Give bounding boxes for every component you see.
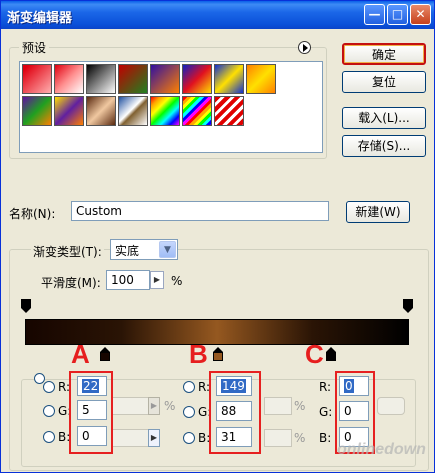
- color-stop-c[interactable]: [326, 347, 336, 361]
- close-icon: ✕: [415, 7, 426, 21]
- swatch-red-transparent[interactable]: [22, 64, 52, 94]
- title-bar[interactable]: 渐变编辑器 — □ ✕: [1, 1, 434, 29]
- minimize-button[interactable]: —: [364, 4, 385, 25]
- radio-b-b[interactable]: [183, 432, 195, 444]
- preset-swatch-grid[interactable]: [19, 61, 323, 153]
- opacity-stop-left-box: [21, 299, 31, 308]
- swatch-blue-red-yellow[interactable]: [182, 64, 212, 94]
- swatch-black-white[interactable]: [86, 64, 116, 94]
- swatch-violet-orange[interactable]: [150, 64, 180, 94]
- watermark: onlinedown: [337, 441, 426, 458]
- presets-legend: 预设: [19, 39, 50, 56]
- save-button[interactable]: 存储(S)...: [342, 135, 426, 157]
- swatch-transparent-rainbow[interactable]: [182, 96, 212, 126]
- color-stop-a[interactable]: [100, 347, 110, 361]
- c-g-label: G:: [319, 405, 333, 419]
- swatch-transparent-stripes[interactable]: [214, 96, 244, 126]
- name-label: 名称(N):: [9, 207, 56, 221]
- a-location-field: [111, 429, 149, 447]
- swatch-yellow-violet-orange[interactable]: [54, 96, 84, 126]
- swatch-violet-green-orange[interactable]: [22, 96, 52, 126]
- minimize-icon: —: [368, 7, 381, 21]
- window-title: 渐变编辑器: [7, 11, 73, 26]
- swatch-orange-yellow-orange[interactable]: [246, 64, 276, 94]
- opacity-stop-right-tip: [403, 308, 413, 313]
- maximize-button[interactable]: □: [387, 4, 408, 25]
- opacity-stop-left-tip: [21, 308, 31, 313]
- a-opacity-field: [111, 397, 151, 415]
- c-location-button: [377, 397, 405, 415]
- a-opacity-unit: %: [164, 399, 176, 413]
- a-opacity-slider-button: ▶: [148, 397, 160, 415]
- smoothness-slider-button[interactable]: ▶: [150, 271, 164, 289]
- b-opacity-unit: %: [294, 399, 306, 413]
- ok-button[interactable]: 确定: [342, 43, 426, 65]
- chevron-down-icon: ▼: [159, 241, 176, 258]
- gradient-type-value: 实底: [115, 244, 140, 258]
- c-r-label: R:: [319, 380, 332, 394]
- smoothness-unit: %: [171, 274, 183, 288]
- opacity-stop-left[interactable]: [21, 299, 31, 313]
- a-location-slider-button[interactable]: ▶: [148, 429, 160, 447]
- radio-b-g[interactable]: [183, 406, 195, 418]
- swatch-red-green[interactable]: [118, 64, 148, 94]
- gradient-type-select[interactable]: 实底 ▼: [110, 239, 178, 260]
- swatch-copper[interactable]: [86, 96, 116, 126]
- swatch-spectrum[interactable]: [150, 96, 180, 126]
- circle-arrow-right-icon: [303, 44, 308, 52]
- b-location-field: [264, 429, 292, 447]
- marker-b: B: [189, 339, 208, 369]
- triangle-right-icon: ▶: [153, 275, 161, 284]
- radio-b-r[interactable]: [183, 381, 195, 393]
- gradient-type-label: 渐变类型(T):: [31, 243, 104, 260]
- b-opacity-field: [264, 397, 292, 415]
- radio-a-b[interactable]: [43, 431, 55, 443]
- c-b-label: B:: [319, 431, 332, 445]
- opacity-stop-right[interactable]: [403, 299, 413, 313]
- swatch-red-checker[interactable]: [54, 64, 84, 94]
- smoothness-label: 平滑度(M):: [41, 276, 101, 290]
- reset-button[interactable]: 复位: [342, 71, 426, 93]
- highlight-b: [209, 371, 261, 454]
- swatch-blue-yellow-blue[interactable]: [214, 64, 244, 94]
- opacity-stop-right-box: [403, 299, 413, 308]
- triangle-right-icon: ▶: [150, 401, 158, 410]
- load-button[interactable]: 载入(L)...: [342, 107, 426, 129]
- marker-a: A: [71, 339, 90, 369]
- smoothness-input[interactable]: 100: [106, 270, 150, 290]
- radio-a-g[interactable]: [43, 405, 55, 417]
- name-input[interactable]: Custom: [71, 201, 329, 221]
- color-stop-a-swatch: [100, 352, 110, 361]
- color-stop-b-swatch: [213, 352, 223, 361]
- b-location-unit: %: [294, 431, 306, 445]
- presets-menu-button[interactable]: [298, 41, 311, 54]
- color-stop-b[interactable]: [213, 347, 223, 361]
- highlight-a: [69, 371, 113, 454]
- new-button[interactable]: 新建(W): [346, 201, 410, 223]
- color-stop-c-swatch: [326, 352, 336, 361]
- close-button[interactable]: ✕: [410, 4, 431, 25]
- marker-c: C: [305, 339, 324, 369]
- gradient-editor-window: 渐变编辑器 — □ ✕ 预设 确定 复位 载入(L)... 存储(S)... 名…: [0, 0, 435, 473]
- maximize-icon: □: [391, 7, 404, 21]
- radio-a-r[interactable]: [43, 381, 55, 393]
- swatch-chrome[interactable]: [118, 96, 148, 126]
- triangle-right-icon: ▶: [150, 433, 158, 442]
